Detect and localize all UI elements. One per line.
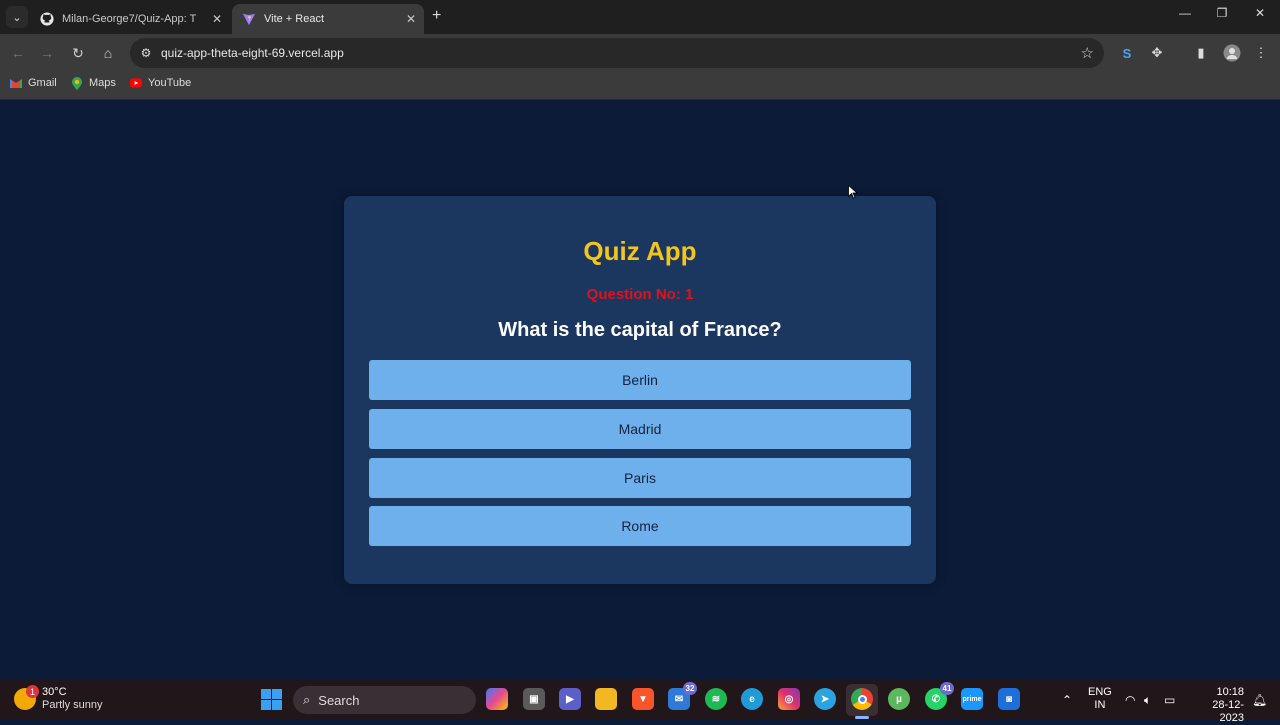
option-button[interactable]: Berlin xyxy=(369,360,911,400)
utorrent-icon[interactable]: µ xyxy=(888,688,910,710)
bookmark-gmail[interactable]: Gmail xyxy=(10,77,57,89)
teams-icon[interactable]: ▶ xyxy=(559,688,581,710)
bookmark-star-icon[interactable]: ☆ xyxy=(1081,44,1094,62)
quiz-title: Quiz App xyxy=(583,236,697,266)
weather-badge: 1 xyxy=(26,685,39,698)
spotify-icon[interactable]: ≋ xyxy=(705,688,727,710)
chrome-icon[interactable] xyxy=(851,688,873,710)
prime-video-icon[interactable]: prime xyxy=(961,688,983,710)
bookmark-label: YouTube xyxy=(148,77,192,89)
browser-tab-bar: ⌄ Milan-George7/Quiz-App: This ✕ Vite + … xyxy=(0,0,1280,34)
whatsapp-icon[interactable]: ✆ 41 xyxy=(925,682,954,710)
url-text[interactable]: quiz-app-theta-eight-69.vercel.app xyxy=(161,46,344,60)
question-text: What is the capital of France? xyxy=(498,319,782,341)
mail-badge: 32 xyxy=(683,682,697,695)
mouse-cursor-icon xyxy=(848,185,858,199)
bookmarks-bar: Gmail Maps YouTube xyxy=(0,72,1280,100)
tab-vite-react[interactable]: Vite + React ✕ xyxy=(232,4,424,34)
language-region: IN xyxy=(1094,699,1106,711)
weather-condition: Partly sunny xyxy=(42,699,103,711)
menu-kebab-icon[interactable]: ⋮ xyxy=(1251,43,1271,63)
clock-date: 28-12-2023 xyxy=(1212,699,1244,724)
new-tab-button[interactable]: + xyxy=(432,7,441,25)
address-bar[interactable]: ⚙ quiz-app-theta-eight-69.vercel.app ☆ xyxy=(130,38,1104,68)
windows-taskbar: 1 30°C Partly sunny ⌕ Search ▣ ▶ ▼ ✉ 32 ≋… xyxy=(0,680,1280,724)
question-number: Question No: 1 xyxy=(586,286,694,303)
restore-icon[interactable]: ❐ xyxy=(1207,6,1237,20)
site-info-icon[interactable]: ⚙ xyxy=(138,45,154,61)
close-tab-icon[interactable]: ✕ xyxy=(406,12,416,26)
maps-icon xyxy=(71,76,83,90)
whatsapp-badge: 41 xyxy=(940,682,954,695)
task-view-icon[interactable]: ▣ xyxy=(523,688,545,710)
quiz-card: Quiz App Question No: 1 What is the capi… xyxy=(344,196,936,584)
reload-icon[interactable]: ↻ xyxy=(68,43,88,63)
bookmark-maps[interactable]: Maps xyxy=(71,76,116,90)
search-placeholder: Search xyxy=(318,692,360,708)
page-viewport: Quiz App Question No: 1 What is the capi… xyxy=(0,100,1280,680)
tab-title: Milan-George7/Quiz-App: This xyxy=(62,13,197,25)
option-button[interactable]: Paris xyxy=(369,458,911,498)
wifi-icon[interactable]: ◠ xyxy=(1125,693,1135,707)
show-hidden-icons-chevron[interactable]: ⌃ xyxy=(1062,693,1072,707)
github-icon xyxy=(40,12,54,26)
notification-bell-icon[interactable]: 🔔︎ xyxy=(1252,693,1267,707)
telegram-icon[interactable]: ➤ xyxy=(814,688,836,710)
close-window-icon[interactable]: ✕ xyxy=(1245,6,1275,20)
bookmark-label: Maps xyxy=(89,77,116,89)
gmail-icon xyxy=(10,77,22,89)
home-icon[interactable]: ⌂ xyxy=(98,43,118,63)
profile-avatar[interactable] xyxy=(1222,43,1242,63)
vite-icon xyxy=(242,12,256,26)
forward-arrow-icon[interactable]: → xyxy=(37,43,57,63)
close-tab-icon[interactable]: ✕ xyxy=(212,12,222,26)
youtube-icon xyxy=(130,77,142,89)
weather-sun-icon: 1 xyxy=(14,685,39,710)
copilot-icon[interactable] xyxy=(486,688,508,710)
option-button[interactable]: Rome xyxy=(369,506,911,546)
chrome-active-indicator xyxy=(855,716,869,719)
bookmark-label: Gmail xyxy=(28,77,57,89)
clock-time: 10:18 xyxy=(1216,686,1244,698)
screen-capture-icon[interactable]: ◙ xyxy=(998,688,1020,710)
tab-title: Vite + React xyxy=(264,13,325,25)
volume-icon[interactable]: 🔈︎ xyxy=(1144,693,1151,708)
side-panel-icon[interactable]: ▮ xyxy=(1191,43,1211,63)
mail-icon[interactable]: ✉ 32 xyxy=(668,682,697,710)
brave-icon[interactable]: ▼ xyxy=(632,688,654,710)
language-code: ENG xyxy=(1088,686,1112,698)
back-arrow-icon[interactable]: ← xyxy=(8,43,28,63)
search-icon: ⌕ xyxy=(303,692,311,707)
bookmark-youtube[interactable]: YouTube xyxy=(130,77,191,89)
minimize-icon[interactable]: — xyxy=(1170,6,1200,20)
tab-search-button[interactable]: ⌄ xyxy=(6,6,28,28)
browser-toolbar: ← → ↻ ⌂ ⚙ quiz-app-theta-eight-69.vercel… xyxy=(0,34,1280,72)
clock[interactable]: 10:18 28-12-2023 xyxy=(1190,686,1244,725)
instagram-icon[interactable]: ◎ xyxy=(778,688,800,710)
option-button[interactable]: Madrid xyxy=(369,409,911,449)
file-explorer-icon[interactable] xyxy=(595,688,617,710)
weather-temp: 30°C xyxy=(42,686,67,698)
battery-icon[interactable]: ▭ xyxy=(1164,693,1175,707)
language-indicator[interactable]: ENG IN xyxy=(1088,686,1112,712)
tab-github[interactable]: Milan-George7/Quiz-App: This ✕ xyxy=(30,4,230,34)
extension-s-icon[interactable]: S xyxy=(1117,43,1137,63)
weather-widget[interactable]: 1 30°C Partly sunny xyxy=(14,685,103,712)
extensions-puzzle-icon[interactable]: ✥ xyxy=(1147,43,1167,63)
windows-start-icon[interactable] xyxy=(261,689,282,710)
edge-icon[interactable]: e xyxy=(741,688,763,710)
taskbar-search[interactable]: ⌕ Search xyxy=(293,686,476,714)
